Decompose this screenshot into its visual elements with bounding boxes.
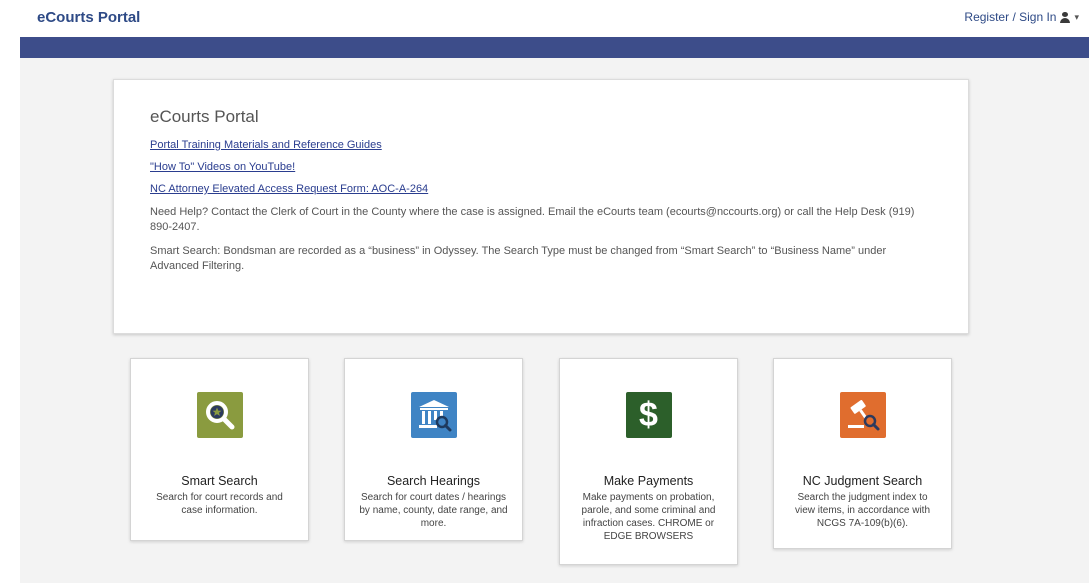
info-title: eCourts Portal xyxy=(150,107,259,126)
dollar-icon: $ xyxy=(625,392,672,438)
smart-search-tile[interactable]: Smart Search Search for court records an… xyxy=(130,358,309,541)
youtube-videos-link[interactable]: "How To" Videos on YouTube! xyxy=(150,161,932,173)
tile-description: Search for court records and case inform… xyxy=(156,492,283,516)
caret-down-icon: ▾ xyxy=(1074,11,1079,22)
brand-logo-text[interactable]: eCourts Portal xyxy=(37,9,140,26)
courthouse-search-icon xyxy=(410,392,457,438)
top-header: eCourts Portal Register / Sign In ▾ xyxy=(0,0,1089,37)
tile-title: Search Hearings xyxy=(386,474,481,488)
user-icon xyxy=(1060,11,1071,23)
help-text: Need Help? Contact the Clerk of Court in… xyxy=(150,206,915,233)
tile-description: Make payments on probation, parole, and … xyxy=(581,492,716,542)
training-materials-link[interactable]: Portal Training Materials and Reference … xyxy=(150,139,932,151)
tile-title: NC Judgment Search xyxy=(802,474,923,488)
main-content: eCourts Portal Portal Training Materials… xyxy=(20,58,1089,583)
info-card: eCourts Portal Portal Training Materials… xyxy=(113,79,969,334)
tile-description: Search for court dates / hearings by nam… xyxy=(359,492,508,529)
tile-title: Smart Search xyxy=(181,474,258,488)
nc-judgment-search-tile[interactable]: NC Judgment Search Search the judgment i… xyxy=(773,358,952,549)
search-hearings-tile[interactable]: Search Hearings Search for court dates /… xyxy=(344,358,523,541)
make-payments-tile[interactable]: $ Make Payments Make payments on probati… xyxy=(559,358,738,565)
tile-title: Make Payments xyxy=(603,474,694,488)
attorney-access-form-link[interactable]: NC Attorney Elevated Access Request Form… xyxy=(150,183,932,195)
magnifier-star-icon xyxy=(196,392,243,438)
smart-search-note: Smart Search: Bondsman are recorded as a… xyxy=(150,245,887,272)
signin-label[interactable]: Register / Sign In xyxy=(964,10,1056,24)
tile-description: Search the judgment index to view items,… xyxy=(794,492,931,529)
gavel-search-icon xyxy=(839,392,886,438)
nav-bar xyxy=(20,37,1089,58)
signin-menu[interactable]: Register / Sign In ▾ xyxy=(964,10,1079,24)
